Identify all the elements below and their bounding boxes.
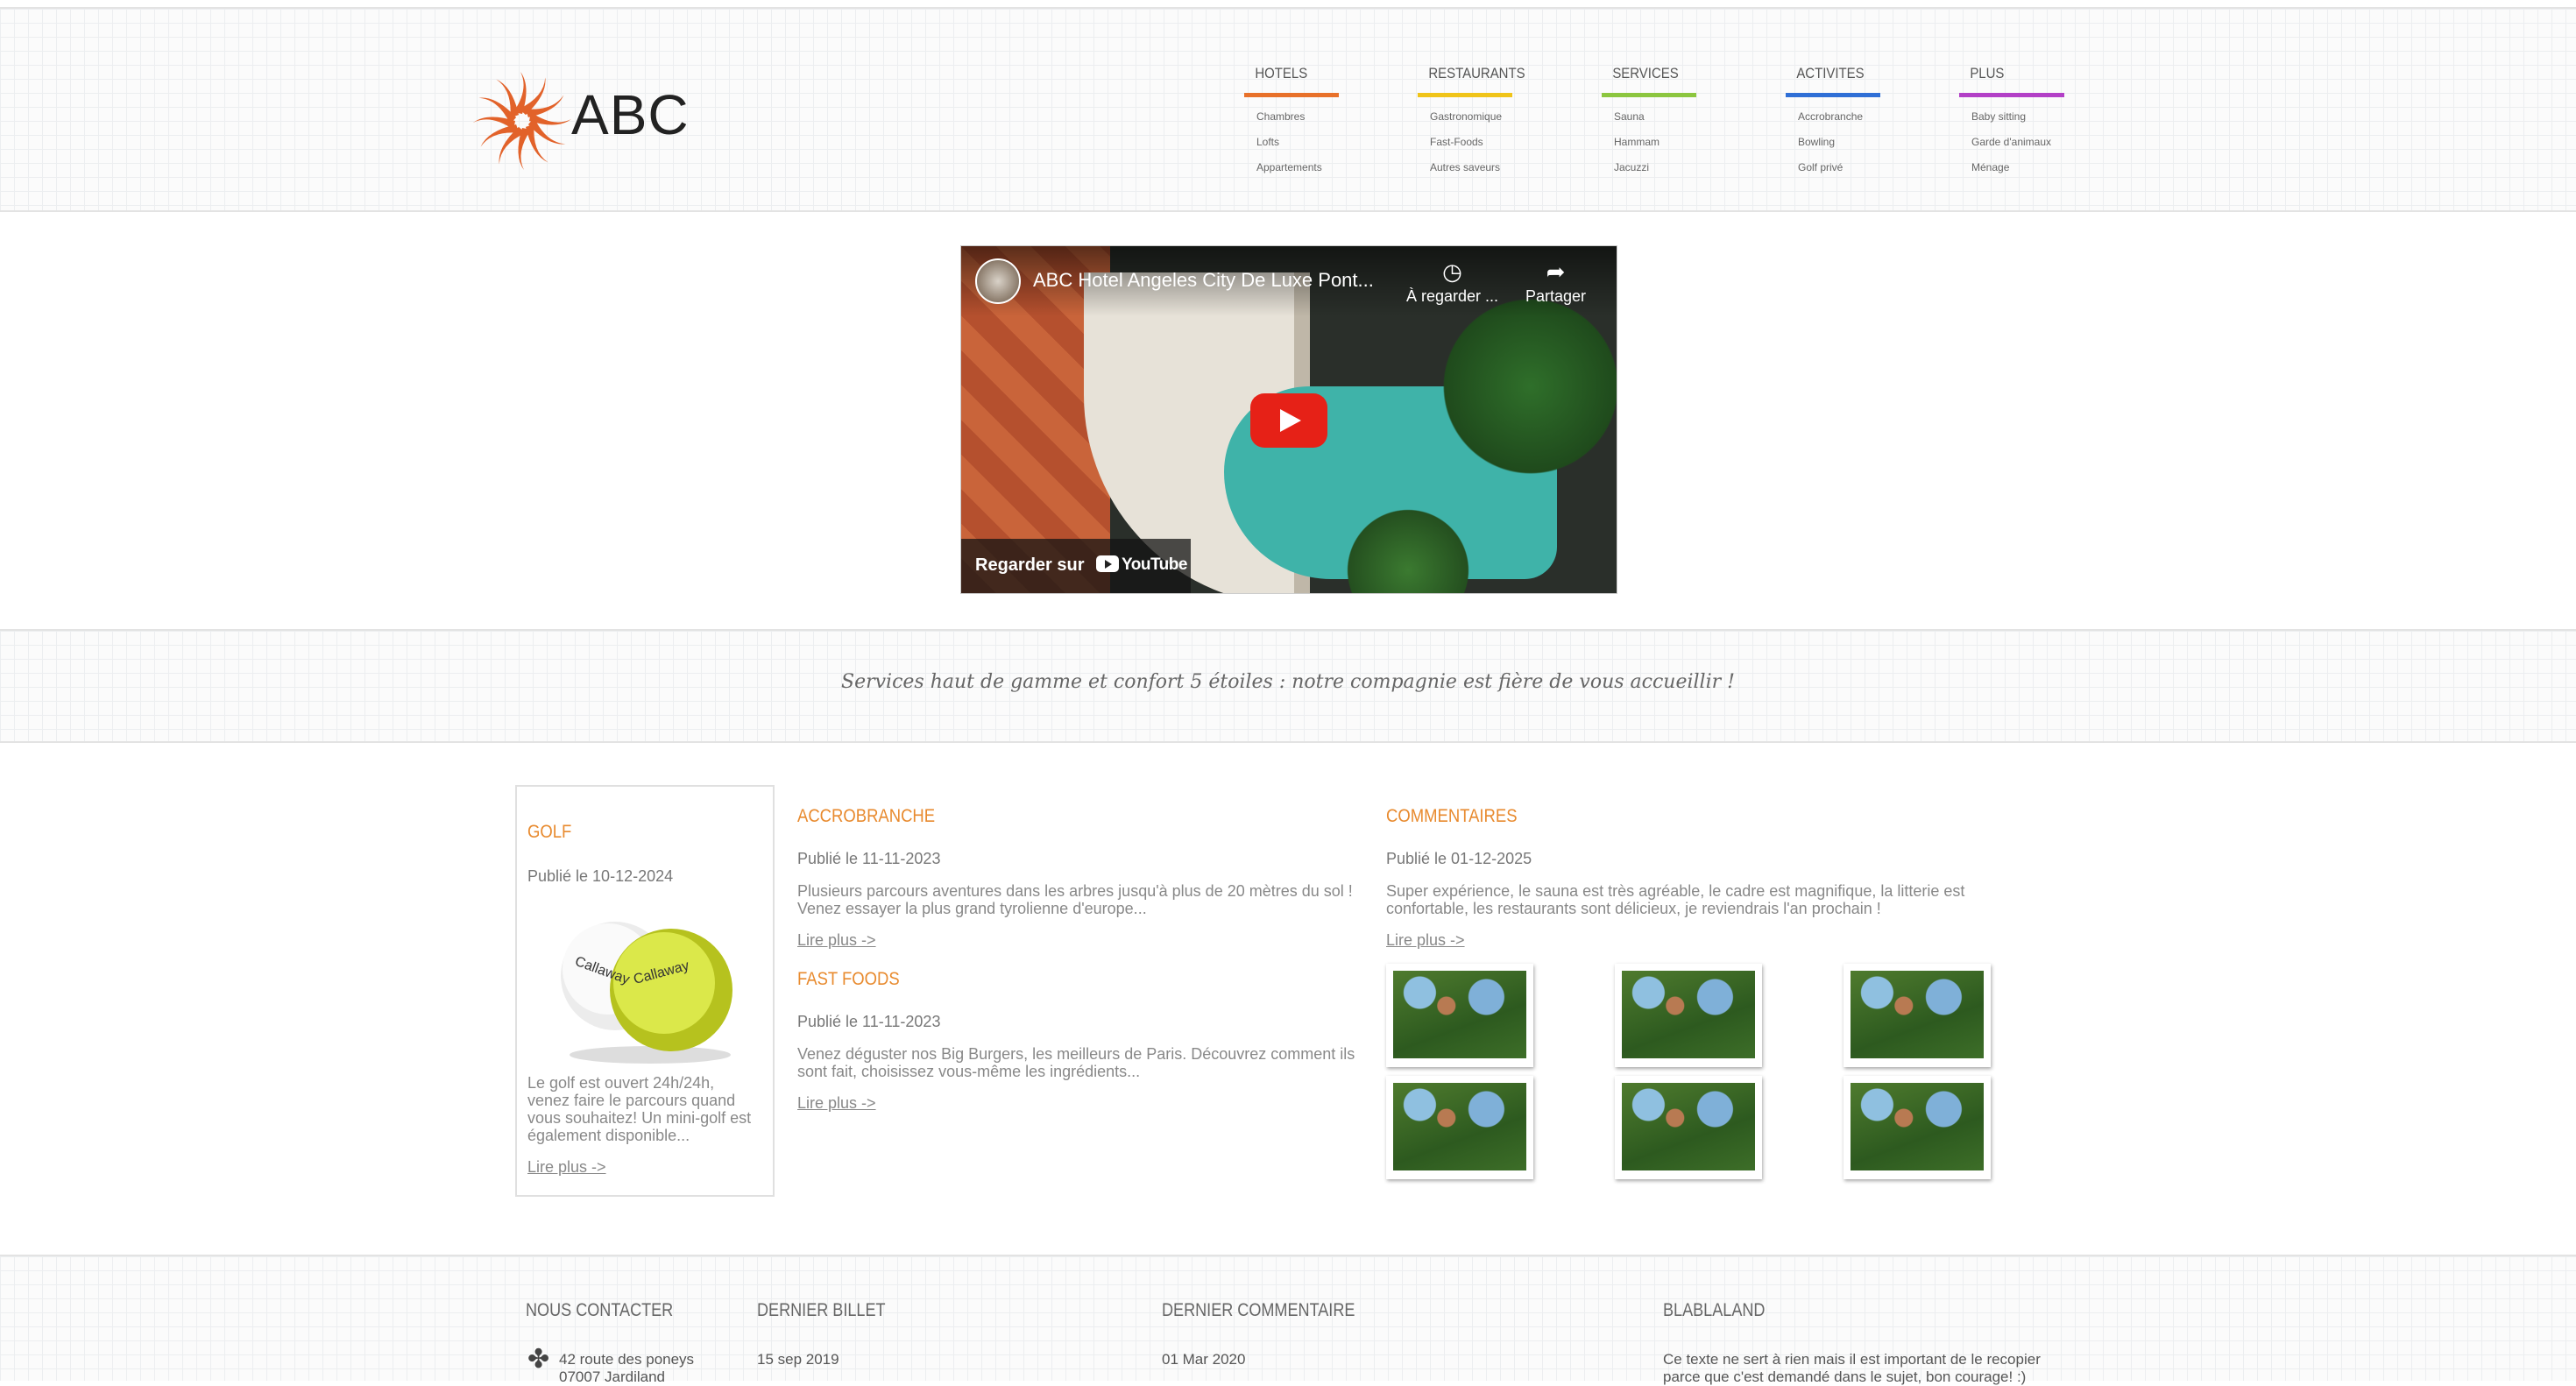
gallery-thumbnail[interactable] — [1386, 964, 1533, 1067]
address-line: 42 route des poneys — [559, 1351, 695, 1368]
menu-item-menage[interactable]: Ménage — [1959, 155, 2064, 180]
channel-avatar[interactable] — [975, 258, 1021, 304]
menu-bar-plus — [1959, 93, 2064, 97]
footer-contact-title: NOUS CONTACTER — [526, 1300, 674, 1320]
commentaires-read-more-link[interactable]: Lire plus -> — [1386, 931, 1465, 949]
gallery-thumbnail[interactable] — [1844, 964, 1991, 1067]
tagline-band: Services haut de gamme et confort 5 étoi… — [0, 629, 2576, 743]
menu-title-plus[interactable]: PLUS — [1959, 65, 2052, 93]
post-accrobranche: ACCROBRANCHE Publié le 11-11-2023 Plusie… — [797, 806, 1358, 950]
menu-item-chambres[interactable]: Chambres — [1244, 104, 1339, 130]
post-fast-foods: FAST FOODS Publié le 11-11-2023 Venez dé… — [797, 969, 1358, 1113]
clock-icon: ◷ — [1442, 258, 1462, 285]
menu-item-jacuzzi[interactable]: Jacuzzi — [1602, 155, 1696, 180]
menu-item-baby-sitting[interactable]: Baby sitting — [1959, 104, 2064, 130]
play-button[interactable] — [1250, 393, 1327, 448]
commentaires-excerpt: Super expérience, le sauna est très agré… — [1386, 882, 1965, 917]
menu-hotels: HOTELS Chambres Lofts Appartements — [1244, 65, 1339, 180]
post-title[interactable]: FAST FOODS — [797, 969, 1291, 990]
gallery-thumbnail[interactable] — [1386, 1076, 1533, 1179]
share-button[interactable]: ➦ Partager — [1525, 258, 1586, 306]
gallery-thumbnail[interactable] — [1844, 1076, 1991, 1179]
commentaires-date: Publié le 01-12-2025 — [1386, 850, 1532, 867]
youtube-logo: YouTube — [1096, 555, 1187, 575]
watch-on-label: Regarder sur — [975, 555, 1085, 575]
address-line: 07007 Jardiland — [559, 1368, 665, 1385]
post-excerpt: Plusieurs parcours aventures dans les ar… — [797, 882, 1353, 917]
tree-climbing-photo — [1393, 1083, 1526, 1170]
menu-services: SERVICES Sauna Hammam Jacuzzi — [1602, 65, 1696, 180]
video-title[interactable]: ABC Hotel Angeles City De Luxe Pont... — [1033, 269, 1374, 292]
menu-item-accrobranche[interactable]: Accrobranche — [1786, 104, 1880, 130]
post-read-more-link[interactable]: Lire plus -> — [797, 1094, 876, 1112]
menu-bar-restaurants — [1418, 93, 1512, 97]
watch-on-youtube-button[interactable]: Regarder sur YouTube — [961, 539, 1191, 593]
golf-date: Publié le 10-12-2024 — [527, 867, 674, 885]
menu-item-fast-foods[interactable]: Fast-Foods — [1418, 130, 1512, 155]
logo-text: ABC — [571, 83, 690, 146]
menu-item-bowling[interactable]: Bowling — [1786, 130, 1880, 155]
menu-item-lofts[interactable]: Lofts — [1244, 130, 1339, 155]
footer-blabla-title: BLABLALAND — [1663, 1300, 1766, 1320]
golf-title[interactable]: GOLF — [527, 822, 571, 843]
menu-title-hotels[interactable]: HOTELS — [1244, 65, 1327, 93]
post-read-more-link[interactable]: Lire plus -> — [797, 931, 876, 949]
menu-item-golf-prive[interactable]: Golf privé — [1786, 155, 1880, 180]
menu-item-autres-saveurs[interactable]: Autres saveurs — [1418, 155, 1512, 180]
sunburst-logo-icon — [473, 72, 571, 170]
menu-bar-activites — [1786, 93, 1880, 97]
menu-item-gastronomique[interactable]: Gastronomique — [1418, 104, 1512, 130]
menu-restaurants: RESTAURANTS Gastronomique Fast-Foods Aut… — [1418, 65, 1525, 180]
menu-title-restaurants[interactable]: RESTAURANTS — [1418, 65, 1525, 93]
footer-billet-title: DERNIER BILLET — [757, 1300, 886, 1320]
footer-contact-address: 42 route des poneys 07007 Jardiland — [559, 1351, 694, 1386]
golf-excerpt: Le golf est ouvert 24h/24h, venez faire … — [527, 1074, 752, 1144]
video-player[interactable]: ABC Hotel Angeles City De Luxe Pont... ◷… — [960, 245, 1617, 594]
footer-billet-date[interactable]: 15 sep 2019 — [757, 1351, 839, 1368]
footer-commentaire-title: DERNIER COMMENTAIRE — [1162, 1300, 1355, 1320]
golf-balls-image: Callaway Callaway — [561, 922, 732, 1064]
tree-climbing-photo — [1622, 971, 1755, 1058]
menu-activites: ACTIVITES Accrobranche Bowling Golf priv… — [1786, 65, 1880, 180]
golf-card: GOLF Publié le 10-12-2024 Callaway Calla… — [515, 785, 775, 1197]
post-date: Publié le 11-11-2023 — [797, 850, 941, 867]
share-label: Partager — [1525, 287, 1587, 305]
tree-climbing-photo — [1851, 1083, 1984, 1170]
youtube-label: YouTube — [1122, 555, 1187, 574]
watch-later-button[interactable]: ◷ À regarder ... — [1406, 258, 1498, 306]
tree-climbing-photo — [1622, 1083, 1755, 1170]
blabla-line: Ce texte ne sert à rien mais il est impo… — [1663, 1351, 2041, 1368]
post-title[interactable]: ACCROBRANCHE — [797, 806, 1291, 827]
footer-blabla-text: Ce texte ne sert à rien mais il est impo… — [1663, 1351, 2084, 1386]
gallery-thumbnail[interactable] — [1615, 1076, 1762, 1179]
tree-climbing-photo — [1851, 971, 1984, 1058]
share-icon: ➦ — [1546, 258, 1566, 285]
menu-title-activites[interactable]: ACTIVITES — [1786, 65, 1869, 93]
watch-later-label: À regarder ... — [1406, 287, 1499, 305]
tree-climbing-photo — [1393, 971, 1526, 1058]
logo[interactable]: ABC — [473, 67, 689, 175]
post-date: Publié le 11-11-2023 — [797, 1013, 941, 1030]
menu-plus: PLUS Baby sitting Garde d'animaux Ménage — [1959, 65, 2064, 180]
golf-read-more-link[interactable]: Lire plus -> — [527, 1158, 606, 1177]
commentaires-section: COMMENTAIRES Publié le 01-12-2025 Super … — [1386, 806, 2017, 950]
menu-item-sauna[interactable]: Sauna — [1602, 104, 1696, 130]
site-header: ABC HOTELS Chambres Lofts Appartements R… — [0, 7, 2576, 212]
menu-item-appartements[interactable]: Appartements — [1244, 155, 1339, 180]
gallery-thumbnail[interactable] — [1615, 964, 1762, 1067]
site-footer: NOUS CONTACTER ✤ 42 route des poneys 070… — [0, 1255, 2576, 1385]
menu-bar-hotels — [1244, 93, 1339, 97]
footer-commentaire-date[interactable]: 01 Mar 2020 — [1162, 1351, 1245, 1368]
footprints-icon: ✤ — [527, 1345, 550, 1374]
menu-title-services[interactable]: SERVICES — [1602, 65, 1685, 93]
tagline: Services haut de gamme et confort 5 étoi… — [841, 671, 1735, 693]
youtube-icon — [1096, 555, 1119, 572]
menu-item-garde-animaux[interactable]: Garde d'animaux — [1959, 130, 2064, 155]
menu-item-hammam[interactable]: Hammam — [1602, 130, 1696, 155]
commentaires-title[interactable]: COMMENTAIRES — [1386, 806, 1942, 827]
post-excerpt: Venez déguster nos Big Burgers, les meil… — [797, 1045, 1355, 1080]
menu-bar-services — [1602, 93, 1696, 97]
blabla-line: parce que c'est demandé dans le sujet, b… — [1663, 1368, 2027, 1385]
